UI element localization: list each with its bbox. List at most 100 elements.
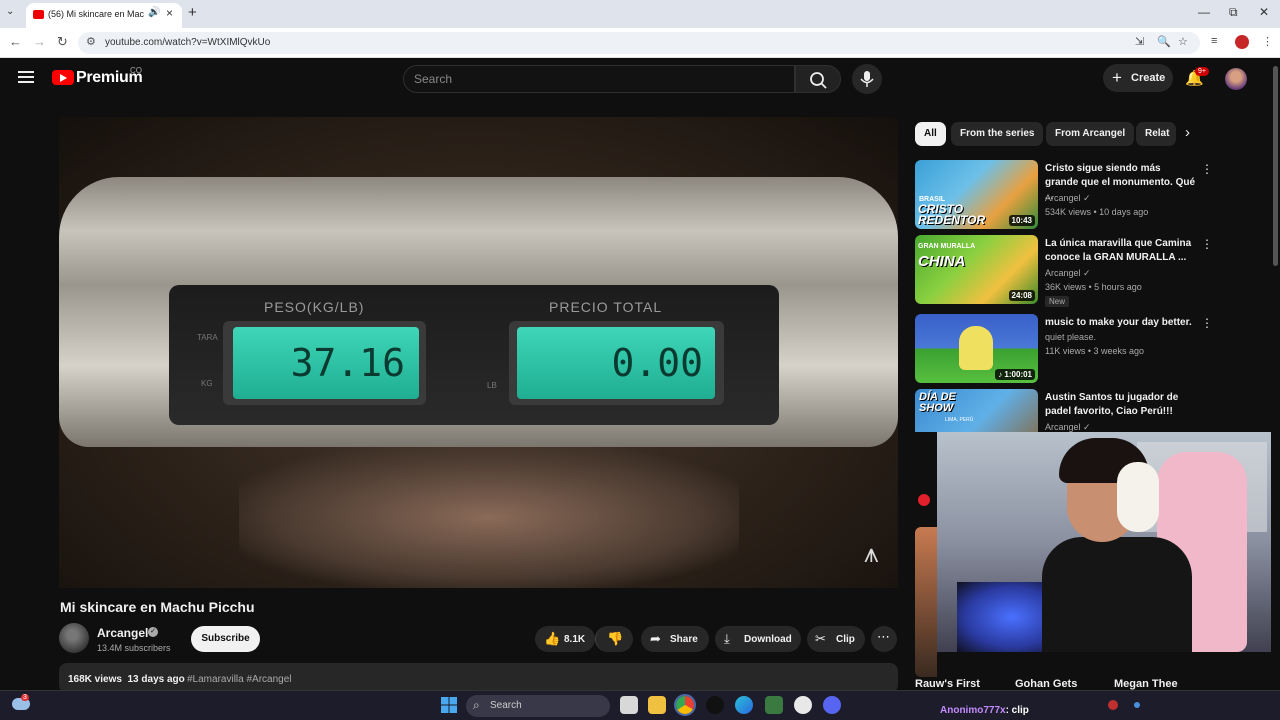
- lb-label: LB: [487, 381, 497, 390]
- menu-icon[interactable]: [18, 71, 34, 83]
- more-vertical-icon[interactable]: ⋮: [1201, 391, 1205, 405]
- more-actions-button[interactable]: ⋯: [871, 626, 897, 652]
- recommendation-channel[interactable]: quiet please.: [1045, 332, 1096, 342]
- tray-icon[interactable]: [1108, 700, 1118, 710]
- channel-name[interactable]: Arcangel: [97, 626, 148, 640]
- chrome-icon[interactable]: [674, 694, 696, 716]
- account-avatar[interactable]: [1225, 68, 1247, 90]
- recommendation-item[interactable]: ♪ 1:00:01 music to make your day better.…: [915, 314, 1213, 384]
- chip-from-the-series[interactable]: From the series: [951, 122, 1044, 146]
- edge-icon[interactable]: [735, 696, 753, 714]
- restore-icon[interactable]: ⧉: [1229, 5, 1238, 20]
- discord-icon[interactable]: [823, 696, 841, 714]
- bookmark-star-icon[interactable]: ☆: [1178, 35, 1188, 48]
- channel-watermark-icon[interactable]: ⩚: [864, 538, 879, 570]
- kg-label: KG: [201, 379, 213, 388]
- video-player[interactable]: PESO(KG/LB) PRECIO TOTAL TARA KG LB 37.1…: [59, 117, 898, 588]
- tab-search-icon[interactable]: ⌄: [6, 6, 14, 17]
- new-badge: New: [1045, 296, 1070, 307]
- short-title[interactable]: Megan Thee: [1114, 678, 1178, 690]
- speaker-icon[interactable]: 🔊: [148, 7, 160, 18]
- browser-profile-avatar[interactable]: [1235, 35, 1249, 49]
- hashtags[interactable]: #Lamaravilla #Arcangel: [187, 674, 292, 685]
- chip-all[interactable]: All: [915, 122, 946, 146]
- page-scrollbar[interactable]: [1271, 58, 1280, 690]
- channel-name-text: Arcangel: [1045, 422, 1081, 432]
- scrollbar-thumb[interactable]: [1273, 66, 1278, 266]
- app-icon[interactable]: [706, 696, 724, 714]
- search-button[interactable]: [795, 65, 841, 93]
- more-horizontal-icon: ⋯: [877, 629, 890, 644]
- channel-name-text: Arcangel: [1045, 268, 1081, 278]
- search-icon: [810, 72, 827, 89]
- plus-icon: +: [1112, 68, 1122, 87]
- price-label: PRECIO TOTAL: [549, 299, 663, 315]
- weight-label: PESO(KG/LB): [264, 299, 365, 315]
- short-title[interactable]: Rauw's First: [915, 678, 980, 690]
- youtube-header: Premium CO + Create 🔔 9+: [0, 58, 1270, 100]
- reload-icon[interactable]: ↻: [57, 34, 68, 50]
- video-thumbnail[interactable]: GRAN MURALLA CHINA 24:08: [915, 235, 1038, 304]
- more-vertical-icon[interactable]: ⋮: [1201, 162, 1213, 176]
- back-icon[interactable]: ←: [9, 34, 22, 49]
- task-view-icon[interactable]: [620, 696, 638, 714]
- download-button[interactable]: ⤓ Download: [715, 626, 801, 652]
- tray-icon[interactable]: [1134, 702, 1140, 708]
- recommendation-channel[interactable]: Arcangel ✓: [1045, 268, 1091, 279]
- short-title[interactable]: Gohan Gets: [1015, 678, 1077, 690]
- forward-icon[interactable]: →: [33, 34, 46, 49]
- browser-tab[interactable]: (56) Mi skincare en Machu P 🔊 ×: [26, 3, 182, 28]
- chip-from-arcangel[interactable]: From Arcangel: [1046, 122, 1135, 146]
- video-thumbnail[interactable]: ♪ 1:00:01: [915, 314, 1038, 383]
- description-box[interactable]: 168K views 13 days ago #Lamaravilla #Arc…: [59, 663, 898, 693]
- search-input[interactable]: [414, 72, 784, 86]
- more-vertical-icon[interactable]: ⋮: [1201, 316, 1213, 330]
- recommendation-title[interactable]: La única maravilla que Camina conoce la …: [1045, 237, 1195, 265]
- thumbnail-subtext: LIMA, PERÚ: [945, 417, 974, 423]
- zoom-icon[interactable]: 🔍: [1157, 35, 1171, 48]
- youtube-logo-icon[interactable]: [52, 70, 74, 85]
- video-thumbnail[interactable]: DÍA DE SHOW LIMA, PERÚ: [915, 389, 1038, 433]
- app-icon[interactable]: [794, 696, 812, 714]
- create-button[interactable]: + Create: [1103, 64, 1173, 92]
- close-window-icon[interactable]: ✕: [1259, 5, 1269, 19]
- tare-label: TARA: [197, 333, 218, 342]
- taskbar-search[interactable]: ⌕ Search: [466, 695, 610, 717]
- chevron-right-icon[interactable]: ›: [1185, 124, 1190, 141]
- streamer-webcam: [937, 432, 1280, 652]
- recommendation-item[interactable]: BRASIL CRISTO REDENTOR 10:43 Cristo sigu…: [915, 160, 1213, 230]
- browser-menu-icon[interactable]: ⋮: [1262, 35, 1273, 48]
- video-title: Mi skincare en Machu Picchu: [60, 599, 255, 615]
- reading-list-icon[interactable]: ≡: [1211, 35, 1217, 47]
- channel-avatar[interactable]: [59, 623, 89, 653]
- minimize-icon[interactable]: —: [1198, 5, 1210, 19]
- file-explorer-icon[interactable]: [648, 696, 666, 714]
- recommendation-title[interactable]: Austin Santos tu jugador de padel favori…: [1045, 391, 1195, 419]
- site-info-icon[interactable]: ⚙: [86, 35, 96, 48]
- dislike-button[interactable]: 👎: [595, 626, 633, 652]
- short-thumbnail[interactable]: [915, 527, 937, 677]
- recommendation-meta: 11K views • 3 weeks ago: [1045, 346, 1145, 356]
- new-tab-icon[interactable]: +: [188, 4, 197, 21]
- clip-button[interactable]: ✂ Clip: [807, 626, 865, 652]
- recommendation-channel[interactable]: Arcangel ✓: [1045, 193, 1091, 204]
- share-button[interactable]: ➦ Share: [641, 626, 709, 652]
- recommendation-title[interactable]: music to make your day better.: [1045, 316, 1195, 330]
- install-icon[interactable]: ⇲: [1135, 35, 1144, 48]
- subscriber-count: 13.4M subscribers: [97, 643, 171, 653]
- more-vertical-icon[interactable]: ⋮: [1201, 237, 1213, 251]
- recommendation-item[interactable]: DÍA DE SHOW LIMA, PERÚ Austin Santos tu …: [915, 389, 1205, 433]
- voice-search-button[interactable]: [852, 64, 882, 94]
- like-button[interactable]: 👍 8.1K: [535, 626, 595, 652]
- close-tab-icon[interactable]: ×: [166, 6, 173, 20]
- app-icon[interactable]: [765, 696, 783, 714]
- url-field[interactable]: ⚙ youtube.com/watch?v=WtXIMlQvkUo: [78, 32, 1200, 54]
- shorts-icon[interactable]: [918, 494, 930, 506]
- upload-age: 13 days ago: [127, 674, 185, 685]
- thumbnail-text: CHINA: [918, 253, 966, 270]
- windows-start-icon[interactable]: [441, 697, 457, 713]
- chip-related[interactable]: Relat: [1136, 122, 1176, 146]
- recommendation-item[interactable]: GRAN MURALLA CHINA 24:08 La única maravi…: [915, 235, 1213, 307]
- subscribe-button[interactable]: Subscribe: [191, 626, 260, 652]
- video-thumbnail[interactable]: BRASIL CRISTO REDENTOR 10:43: [915, 160, 1038, 229]
